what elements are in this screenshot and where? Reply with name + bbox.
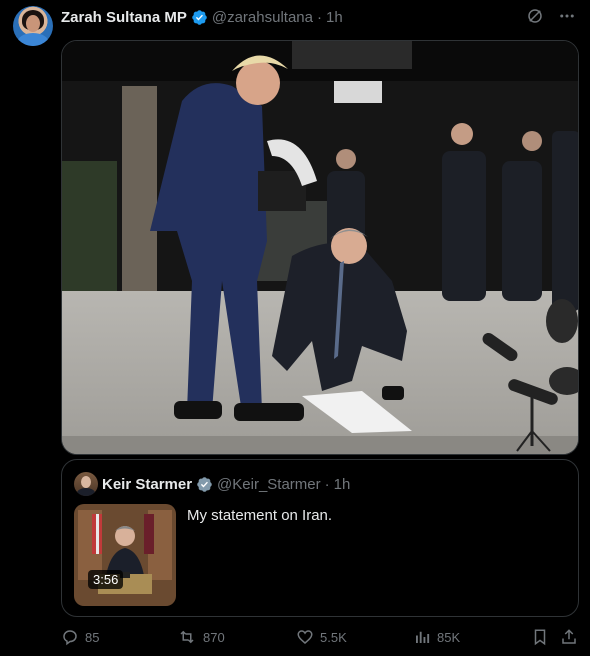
like-button[interactable]: 5.5K <box>296 628 347 646</box>
share-icon <box>562 629 576 644</box>
bookmark-button[interactable] <box>531 628 555 646</box>
like-count: 5.5K <box>320 629 347 645</box>
view-count: 85K <box>437 629 461 645</box>
post-time[interactable]: 1h <box>326 9 343 26</box>
quoted-post-text: My statement on Iran. <box>187 507 333 524</box>
quoted-author-name[interactable]: Keir Starmer <box>102 476 192 493</box>
verified-badge-icon <box>197 476 212 492</box>
repost-icon <box>180 630 194 644</box>
separator-dot: · <box>316 8 322 26</box>
reply-icon <box>63 630 77 646</box>
more-icon[interactable] <box>558 7 576 25</box>
repost-count: 870 <box>203 629 225 645</box>
post-photo[interactable] <box>61 40 579 455</box>
reply-button[interactable]: 85 <box>61 628 99 646</box>
bookmark-icon <box>534 629 546 646</box>
quoted-author-avatar[interactable] <box>74 472 98 496</box>
video-duration-badge: 3:56 <box>88 570 124 589</box>
post-header: Zarah Sultana MP @zarahsultana · 1h <box>61 8 343 26</box>
repost-button[interactable]: 870 <box>177 628 225 646</box>
header-actions <box>526 7 576 25</box>
reply-count: 85 <box>85 629 100 645</box>
grok-icon[interactable] <box>526 7 544 25</box>
separator-dot: · <box>324 475 330 493</box>
heart-icon <box>297 630 313 644</box>
author-name[interactable]: Zarah Sultana MP <box>61 9 187 26</box>
verified-badge-icon <box>192 9 207 25</box>
quoted-video-thumbnail[interactable]: 3:56 <box>74 504 176 606</box>
quoted-author-handle[interactable]: @Keir_Starmer <box>217 476 321 493</box>
author-avatar[interactable] <box>13 6 53 46</box>
author-handle[interactable]: @zarahsultana <box>212 9 313 26</box>
quoted-post[interactable]: Keir Starmer @Keir_Starmer · 1h 3:56 My … <box>61 459 579 617</box>
video-thumbnail-image <box>74 504 176 606</box>
share-button[interactable] <box>560 628 584 646</box>
views-button[interactable]: 85K <box>413 628 460 646</box>
post-action-bar: 85 870 5.5K 85K <box>61 628 581 650</box>
photo-image <box>62 41 578 454</box>
quoted-post-header: Keir Starmer @Keir_Starmer · 1h <box>102 475 350 493</box>
analytics-icon <box>416 631 430 643</box>
quoted-post-time[interactable]: 1h <box>334 476 351 493</box>
